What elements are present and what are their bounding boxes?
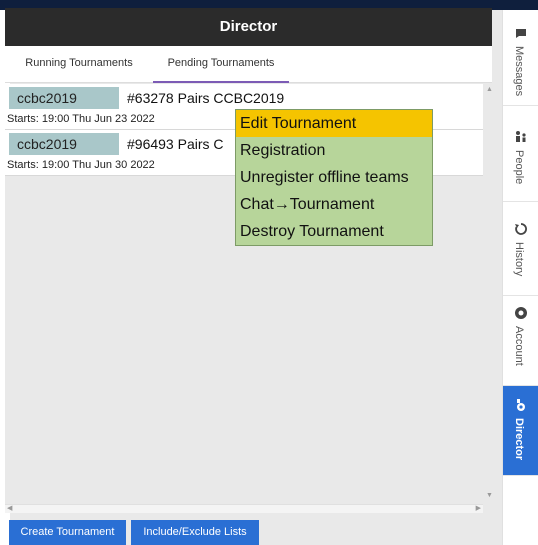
- history-icon: [515, 223, 527, 235]
- tournament-start-time: Starts: 19:00 Thu Jun 30 2022: [7, 159, 155, 171]
- menu-item-registration[interactable]: Registration: [236, 137, 432, 164]
- menu-item-unregister-offline-teams[interactable]: Unregister offline teams: [236, 164, 432, 191]
- club-tag[interactable]: ccbc2019: [9, 87, 119, 109]
- tournament-name[interactable]: #96493 Pairs C: [127, 133, 224, 155]
- scroll-left-arrow-icon[interactable]: ◀: [7, 504, 12, 512]
- right-sidebar: Messages People History Account Director: [502, 10, 538, 545]
- sidebar-item-people[interactable]: People: [503, 106, 538, 202]
- sidebar-item-label: People: [513, 150, 525, 185]
- sidebar-item-director[interactable]: Director: [503, 386, 538, 476]
- menu-item-chat-tournament[interactable]: Chat→Tournament: [236, 191, 432, 218]
- sidebar-item-label: Messages: [513, 46, 525, 97]
- tab-pending-tournaments[interactable]: Pending Tournaments: [153, 46, 289, 83]
- tournament-name[interactable]: #63278 Pairs CCBC2019: [127, 87, 284, 109]
- panel-title: Director: [5, 8, 492, 46]
- sidebar-item-label: Director: [513, 418, 525, 461]
- tournament-context-menu: Edit Tournament Registration Unregister …: [235, 109, 433, 246]
- scroll-right-arrow-icon[interactable]: ▶: [476, 504, 481, 512]
- club-tag[interactable]: ccbc2019: [9, 133, 119, 155]
- director-icon: [517, 399, 525, 411]
- sidebar-item-account[interactable]: Account: [503, 296, 538, 386]
- sidebar-item-label: Account: [513, 326, 525, 366]
- sidebar-item-label: History: [513, 242, 525, 277]
- sidebar-item-messages[interactable]: Messages: [503, 10, 538, 106]
- action-button-bar: Create Tournament Include/Exclude Lists: [5, 514, 492, 545]
- menu-item-edit-tournament[interactable]: Edit Tournament: [236, 110, 432, 137]
- messages-icon: [516, 29, 526, 38]
- people-icon: [516, 131, 526, 142]
- tournament-start-time: Starts: 19:00 Thu Jun 23 2022: [7, 113, 155, 125]
- create-tournament-button[interactable]: Create Tournament: [9, 520, 126, 545]
- sidebar-item-history[interactable]: History: [503, 202, 538, 296]
- tournament-tabs: Running Tournaments Pending Tournaments: [5, 46, 492, 83]
- horizontal-scrollbar[interactable]: ◀ ▶: [5, 504, 483, 513]
- account-icon: [515, 307, 527, 319]
- include-exclude-lists-button[interactable]: Include/Exclude Lists: [131, 520, 259, 545]
- menu-item-destroy-tournament[interactable]: Destroy Tournament: [236, 218, 432, 245]
- tab-running-tournaments[interactable]: Running Tournaments: [5, 46, 153, 83]
- scroll-up-arrow-icon[interactable]: ▲: [486, 86, 493, 93]
- scroll-down-arrow-icon[interactable]: ▼: [486, 492, 493, 499]
